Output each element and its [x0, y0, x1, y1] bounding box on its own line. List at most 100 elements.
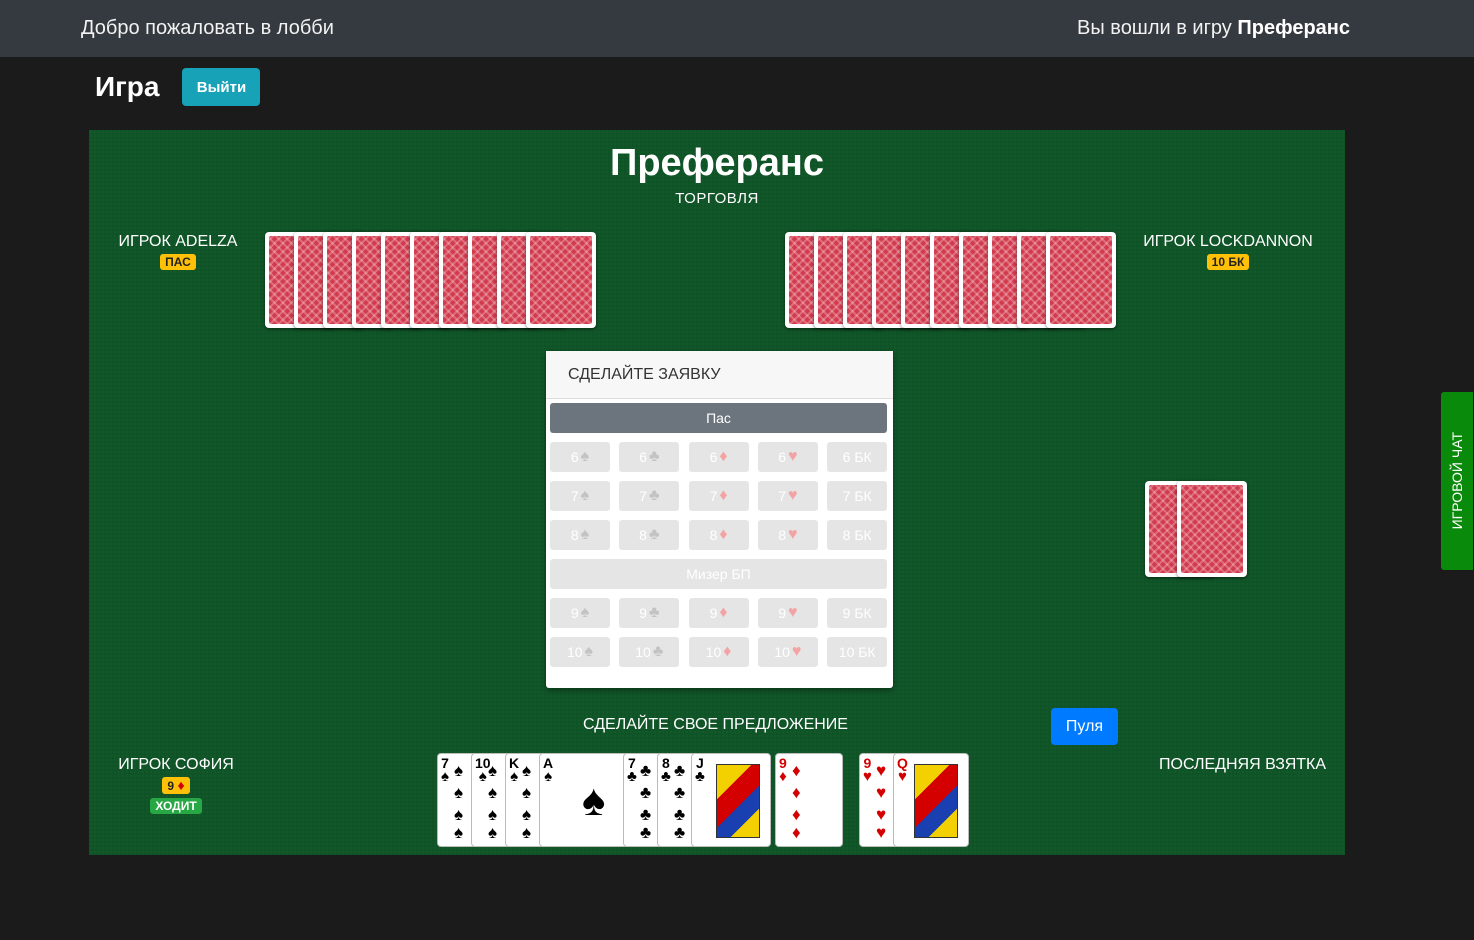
bid-7-БК-button[interactable]: 7 БК	[827, 481, 888, 511]
club-icon: ♣	[627, 768, 637, 785]
bid-7-heart-button[interactable]: 7 ♥	[757, 481, 818, 511]
player-me-status-badge: ХОДИТ	[150, 798, 202, 814]
face-card-illustration	[914, 764, 958, 838]
lobby-welcome-link[interactable]: Добро пожаловать в лобби	[81, 17, 334, 40]
bid-10-spade-button[interactable]: 10 ♠	[550, 637, 610, 667]
bid-row: 8 ♠ 8 ♣ 8 ♦ 8 ♥ 8 БК	[550, 520, 888, 550]
bid-8-club-button[interactable]: 8 ♣	[619, 520, 680, 550]
joined-prefix: Вы вошли в игру	[1077, 17, 1232, 39]
card-corner: 7 ♣	[627, 756, 637, 784]
card-corner: 9 ♥	[863, 756, 872, 784]
bid-8-diamond-button[interactable]: 8 ♦	[688, 520, 749, 550]
bid-label: 9	[570, 605, 579, 621]
bid-6-heart-button[interactable]: 6 ♥	[757, 442, 818, 472]
joined-game-info: Вы вошли в игру Преферанс	[1077, 17, 1350, 40]
card-back-pattern	[530, 236, 592, 324]
talon-cards	[1145, 481, 1249, 577]
diamond-icon: ♦	[719, 526, 728, 543]
game-chat-tab[interactable]: ИГРОВОЙ ЧАТ	[1440, 391, 1474, 571]
bid-10-heart-button[interactable]: 10 ♥	[757, 637, 818, 667]
bid-9-spade-button[interactable]: 9 ♠	[550, 598, 610, 628]
spade-icon: ♠	[522, 783, 532, 802]
bid-8-БК-button[interactable]: 8 БК	[827, 520, 888, 550]
game-table: Преферанс ТОРГОВЛЯ ИГРОК ADELZA ПАС ИГРО…	[89, 130, 1345, 855]
pass-button[interactable]: Пас	[550, 403, 887, 433]
exit-button[interactable]: Выйти	[182, 68, 261, 106]
misere-button[interactable]: Мизер БП	[550, 559, 887, 589]
player-me-info: ИГРОК СОФИЯ 9 ♦ ХОДИТ	[115, 756, 237, 815]
bid-label: 8 БК	[842, 527, 872, 543]
heart-icon: ♥	[788, 487, 798, 504]
club-icon: ♣	[648, 448, 660, 465]
spade-icon: ♠	[488, 823, 498, 842]
club-icon: ♣	[652, 643, 664, 660]
bid-label: 6 БК	[842, 449, 872, 465]
player-left-hand	[265, 232, 597, 328]
club-icon: ♣	[640, 761, 652, 780]
bid-6-club-button[interactable]: 6 ♣	[619, 442, 680, 472]
club-icon: ♣	[674, 805, 686, 824]
bid-panel: СДЕЛАЙТЕ ЗАЯВКУ Пас 6 ♠ 6 ♣ 6 ♦ 6 ♥ 6 БК 7 ♠ 7 ♣ 7 ♦ 7 ♥…	[546, 351, 893, 688]
spade-icon: ♠	[488, 783, 498, 802]
bid-7-spade-button[interactable]: 7 ♠	[550, 481, 610, 511]
card-corner: 9 ♦	[779, 756, 787, 784]
club-icon: ♣	[648, 487, 660, 504]
bid-label: 9 БК	[842, 605, 872, 621]
player-left-info: ИГРОК ADELZA ПАС	[115, 233, 241, 271]
bid-9-БК-button[interactable]: 9 БК	[827, 598, 888, 628]
diamond-icon: ♦	[792, 783, 801, 802]
club-icon: ♣	[640, 805, 652, 824]
bid-10-club-button[interactable]: 10 ♣	[619, 637, 680, 667]
bid-label: 8	[778, 527, 787, 543]
bid-label: 7 БК	[842, 488, 872, 504]
bid-label: 6	[570, 449, 579, 465]
joined-game-name: Преферанс	[1237, 17, 1350, 39]
last-trick-label: ПОСЛЕДНЯЯ ВЗЯТКА	[1159, 756, 1327, 773]
bid-6-diamond-button[interactable]: 6 ♦	[688, 442, 749, 472]
diamond-icon: ♦	[792, 761, 801, 780]
bid-panel-title: СДЕЛАЙТЕ ЗАЯВКУ	[546, 351, 893, 399]
bid-9-diamond-button[interactable]: 9 ♦	[688, 598, 749, 628]
card-corner: A ♠	[543, 756, 553, 784]
club-icon: ♣	[661, 768, 671, 785]
diamond-icon: ♦	[779, 768, 787, 785]
player-right-hand	[785, 232, 1117, 328]
bid-7-club-button[interactable]: 7 ♣	[619, 481, 680, 511]
bid-10-diamond-button[interactable]: 10 ♦	[688, 637, 749, 667]
bid-9-heart-button[interactable]: 9 ♥	[757, 598, 818, 628]
bid-7-diamond-button[interactable]: 7 ♦	[688, 481, 749, 511]
bid-label: 8	[639, 527, 647, 543]
page-title: Игра	[95, 71, 160, 102]
bid-6-spade-button[interactable]: 6 ♠	[550, 442, 610, 472]
hand-card-Q-heart[interactable]: Q ♥	[893, 753, 969, 847]
bid-rows-6-8: 6 ♠ 6 ♣ 6 ♦ 6 ♥ 6 БК 7 ♠ 7 ♣ 7 ♦ 7 ♥ 7 БК 8 ♠ 8 ♣ 8 ♦ 8 ♥ 8 БК	[550, 442, 888, 550]
bid-8-spade-button[interactable]: 8 ♠	[550, 520, 610, 550]
bid-label: 10	[566, 644, 583, 660]
spade-icon: ♠	[454, 805, 464, 824]
bid-label: 9	[778, 605, 787, 621]
card-back-pattern	[1050, 236, 1112, 324]
club-icon: ♣	[640, 783, 652, 802]
bid-row: 7 ♠ 7 ♣ 7 ♦ 7 ♥ 7 БК	[550, 481, 888, 511]
bid-8-heart-button[interactable]: 8 ♥	[757, 520, 818, 550]
hand-card-9-diamond[interactable]: 9 ♦ ♦ ♦ ♦ ♦	[775, 753, 843, 847]
heart-icon: ♥	[876, 823, 887, 842]
bid-label: 8	[570, 527, 579, 543]
bid-label: 7	[639, 488, 647, 504]
club-icon: ♣	[648, 604, 660, 621]
spade-icon: ♠	[584, 643, 594, 660]
spade-icon: ♠	[441, 768, 449, 785]
bid-6-БК-button[interactable]: 6 БК	[827, 442, 888, 472]
card-corner: J ♣	[695, 756, 705, 784]
bid-rows-9-10: 9 ♠ 9 ♣ 9 ♦ 9 ♥ 9 БК 10 ♠ 10 ♣ 10 ♦ 10 ♥ 10 БК	[550, 598, 888, 667]
bid-10-БК-button[interactable]: 10 БК	[827, 637, 888, 667]
heart-icon: ♥	[876, 783, 887, 802]
spade-icon: ♠	[488, 805, 498, 824]
bid-label: 9	[709, 605, 718, 621]
club-icon: ♣	[648, 526, 660, 543]
hand-card-J-club[interactable]: J ♣	[691, 753, 771, 847]
diamond-icon: ♦	[719, 487, 728, 504]
bid-9-club-button[interactable]: 9 ♣	[619, 598, 680, 628]
pulya-button[interactable]: Пуля	[1051, 708, 1118, 745]
talon-card-back	[1177, 481, 1247, 577]
